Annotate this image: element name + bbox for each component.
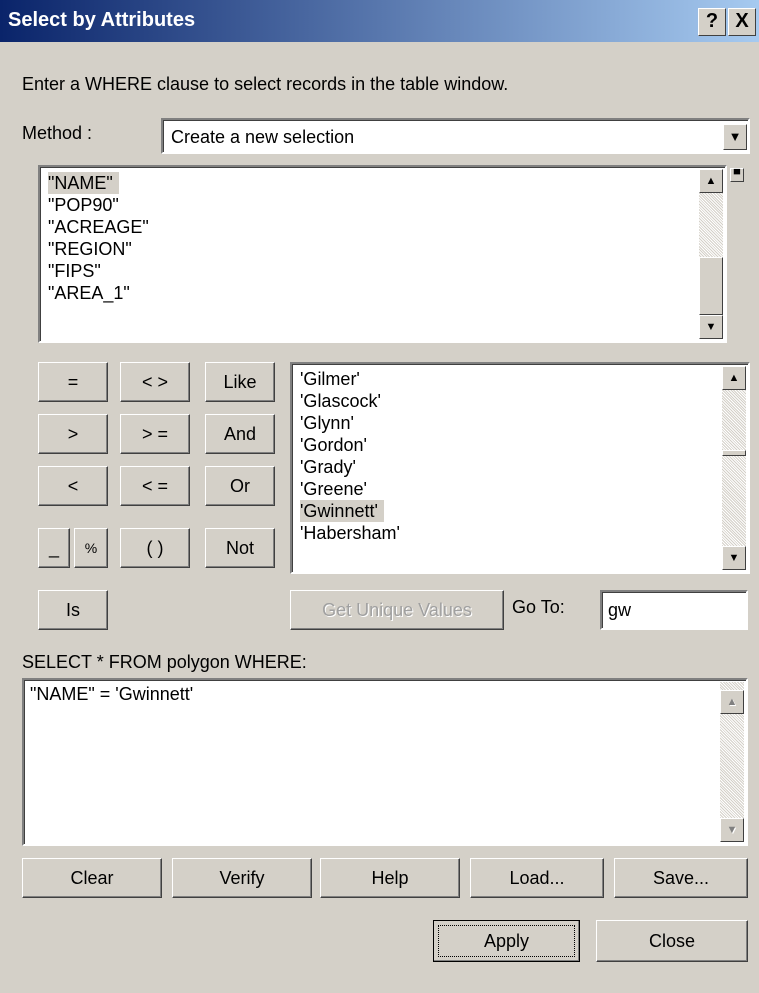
help-button[interactable]: Help [320, 858, 460, 898]
like-button[interactable]: Like [205, 362, 275, 402]
window-title: Select by Attributes [8, 9, 196, 31]
list-item[interactable]: 'Gordon' [296, 434, 400, 456]
method-value: Create a new selection [171, 127, 355, 147]
not-equal-button[interactable]: < > [120, 362, 190, 402]
scroll-up-icon[interactable]: ▲ [720, 690, 744, 714]
fields-scrollbar[interactable]: ▲ ▼ [699, 169, 723, 339]
close-button[interactable]: Close [596, 920, 748, 962]
clear-button[interactable]: Clear [22, 858, 162, 898]
list-item-label: 'Greene' [300, 479, 367, 499]
less-than-button[interactable]: < [38, 466, 108, 506]
list-item-label: 'Gordon' [300, 435, 367, 455]
method-label: Method : [22, 123, 93, 143]
get-unique-values-button[interactable]: Get Unique Values [290, 590, 504, 630]
scroll-down-icon[interactable]: ▼ [699, 315, 723, 339]
equals-button[interactable]: = [38, 362, 108, 402]
not-button[interactable]: Not [205, 528, 275, 568]
is-button[interactable]: Is [38, 590, 108, 630]
list-item-label: "POP90" [48, 195, 119, 215]
expression-scrollbar[interactable]: ▲ ▼ [720, 682, 744, 842]
goto-input[interactable]: gw [600, 590, 748, 630]
list-item[interactable]: 'Glascock' [296, 390, 400, 412]
dropdown-arrow-icon[interactable]: ▼ [723, 124, 747, 150]
values-list[interactable]: 'Gilmer' 'Glascock' 'Glynn' 'Gordon' 'Grady'… [290, 362, 750, 574]
list-item-label: "ACREAGE" [48, 217, 149, 237]
percent-button[interactable]: % [74, 528, 108, 568]
fields-list[interactable]: "NAME" "POP90" "ACREAGE" "REGION" "FIPS" "ARE… [38, 165, 727, 343]
list-item-label: 'Gwinnett' [300, 500, 384, 522]
list-item[interactable]: "POP90" [44, 194, 149, 216]
list-item-label: "NAME" [48, 172, 119, 194]
close-icon[interactable]: X [728, 8, 756, 36]
expand-list-icon[interactable]: ▀ [730, 168, 744, 182]
list-item[interactable]: 'Habersham' [296, 522, 400, 544]
fields-items: "NAME" "POP90" "ACREAGE" "REGION" "FIPS" "ARE… [44, 172, 149, 304]
apply-button[interactable]: Apply [433, 920, 580, 962]
where-label: SELECT * FROM polygon WHERE: [22, 652, 307, 672]
help-icon[interactable]: ? [698, 8, 726, 36]
less-equal-button[interactable]: < = [120, 466, 190, 506]
list-item-label: "FIPS" [48, 261, 101, 281]
scroll-down-icon[interactable]: ▼ [720, 818, 744, 842]
list-item[interactable]: 'Grady' [296, 456, 400, 478]
list-item-label: 'Gilmer' [300, 369, 360, 389]
scroll-thumb[interactable] [699, 257, 723, 315]
list-item-label: "AREA_1" [48, 283, 130, 303]
values-items: 'Gilmer' 'Glascock' 'Glynn' 'Gordon' 'Grady'… [296, 368, 400, 544]
scroll-up-icon[interactable]: ▲ [699, 169, 723, 193]
save-button[interactable]: Save... [614, 858, 748, 898]
scroll-down-icon[interactable]: ▼ [722, 546, 746, 570]
list-item[interactable]: "ACREAGE" [44, 216, 149, 238]
instructions-text: Enter a WHERE clause to select records i… [22, 74, 509, 94]
list-item[interactable]: "NAME" [44, 172, 149, 194]
list-item[interactable]: 'Glynn' [296, 412, 400, 434]
select-by-attributes-dialog: Select by Attributes ? X Enter a WHERE c… [0, 0, 759, 993]
and-button[interactable]: And [205, 414, 275, 454]
list-item-label: 'Habersham' [300, 523, 400, 543]
list-item-label: 'Grady' [300, 457, 356, 477]
list-item[interactable]: 'Gwinnett' [296, 500, 400, 522]
goto-value: gw [608, 600, 632, 620]
expression-textarea[interactable]: "NAME" = 'Gwinnett' ▲ ▼ [22, 678, 748, 846]
list-item[interactable]: "AREA_1" [44, 282, 149, 304]
scroll-up-icon[interactable]: ▲ [722, 366, 746, 390]
goto-label: Go To: [512, 597, 565, 617]
title-bar[interactable]: Select by Attributes ? X [0, 0, 759, 42]
list-item[interactable]: "FIPS" [44, 260, 149, 282]
values-scrollbar[interactable]: ▲ ▼ [722, 366, 746, 570]
list-item-label: 'Glascock' [300, 391, 381, 411]
load-button[interactable]: Load... [470, 858, 604, 898]
method-dropdown[interactable]: Create a new selection ▼ [161, 118, 750, 154]
list-item-label: 'Glynn' [300, 413, 354, 433]
list-item[interactable]: 'Gilmer' [296, 368, 400, 390]
list-item[interactable]: "REGION" [44, 238, 149, 260]
parentheses-button[interactable]: ( ) [120, 528, 190, 568]
greater-than-button[interactable]: > [38, 414, 108, 454]
list-item[interactable]: 'Greene' [296, 478, 400, 500]
expression-text: "NAME" = 'Gwinnett' [30, 684, 194, 704]
scroll-thumb[interactable] [722, 450, 746, 456]
verify-button[interactable]: Verify [172, 858, 312, 898]
list-item-label: "REGION" [48, 239, 132, 259]
greater-equal-button[interactable]: > = [120, 414, 190, 454]
underscore-button[interactable]: _ [38, 528, 70, 568]
or-button[interactable]: Or [205, 466, 275, 506]
